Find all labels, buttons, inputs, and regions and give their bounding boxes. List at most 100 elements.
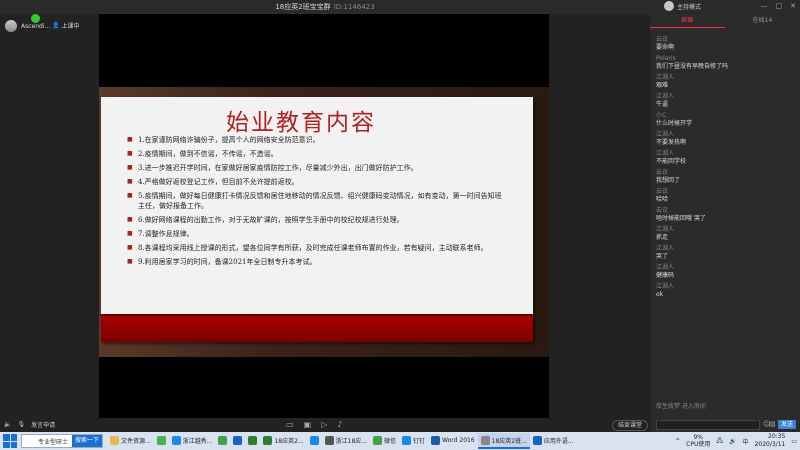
tab-group-chat[interactable]: 群聊 — [650, 14, 725, 28]
mode-indicator[interactable]: 主持模式 — [664, 1, 701, 11]
taskbar-app[interactable] — [307, 433, 322, 449]
network-icon[interactable]: 🖧 — [716, 436, 723, 446]
chat-message: 江湖人 牛逼 — [656, 93, 796, 109]
volume-icon[interactable]: 🔈 — [4, 421, 11, 428]
window-title: 18应英2班宝宝群 ID:1146423 — [0, 2, 650, 12]
chat-text: 牛逼 — [656, 101, 669, 108]
chat-message: 小C 什么时候开学 — [656, 112, 796, 128]
clock[interactable]: 20:35 2020/3/11 — [755, 433, 786, 449]
windows-start-icon[interactable] — [3, 434, 17, 448]
chevron-up-icon[interactable]: ^ — [675, 438, 680, 445]
taskbar-app[interactable]: 微信 — [370, 433, 399, 449]
chat-message: 江湖人 不要发热啊 — [656, 131, 796, 147]
avatar — [5, 20, 17, 32]
chat-text: 什么时候开学 — [656, 120, 693, 127]
status-label: 上课中 — [61, 23, 80, 30]
chat-text: 我想回了 — [656, 177, 681, 184]
chat-text: 哈哈 — [656, 196, 669, 203]
taskbar-app[interactable] — [215, 433, 230, 449]
taskbar-app[interactable]: 浙江18应... — [322, 433, 370, 449]
chat-message: 江湖人 抓走 — [656, 226, 796, 242]
app-icon — [532, 435, 542, 445]
taskbar-app-label: 钉钉 — [413, 437, 426, 445]
slide-item: 3.进一步推迟开学时间，在家做好居家疫情防控工作，尽量减少外出，出门做好防护工作… — [127, 163, 508, 173]
message-list: 云议 要命啊 Polaris 我们下昼没有早晚自修了吗 江湖人 艰难 江湖人 牛逼 小C 什么时候… — [656, 36, 796, 302]
chat-sender: 江湖人 — [656, 264, 675, 271]
chat-text: 我们下昼没有早晚自修了吗 — [656, 63, 729, 70]
screen-share-icon[interactable]: ▣ — [304, 420, 312, 429]
taskbar-app[interactable]: 应用外语... — [530, 433, 577, 449]
app-icon — [263, 435, 273, 445]
mic-icon[interactable]: 🎙 — [17, 421, 25, 428]
chat-text: 要命啊 — [656, 44, 675, 51]
ime-indicator[interactable]: 中 — [743, 437, 749, 446]
chat-sender: 江湖人 — [656, 226, 675, 233]
taskbar-app[interactable]: 钉钉 — [399, 433, 428, 449]
maximize-button[interactable]: □ — [776, 2, 783, 10]
speak-request-button[interactable]: 发言申请 — [31, 420, 55, 429]
sound-icon[interactable]: 🔊 — [729, 438, 736, 445]
presentation-stage: 始业教育内容 1.在家谨防网络诈骗份子，提高个人的网络安全防范意识。 2.疫情期… — [99, 14, 549, 418]
user-icon: 👤 — [52, 22, 60, 29]
chat-sender: 云议 — [656, 169, 669, 176]
chat-message: 江湖人 ok — [656, 283, 796, 299]
chat-message: 云议 啥时候能回哦 哭了 — [656, 207, 796, 223]
class-status: 👤 上课中 — [52, 21, 80, 30]
slide-item: 5.疫情期间，做好每日健康打卡情况反馈和居住地移动的情况反馈、绍兴健康码变动情况… — [127, 191, 508, 211]
join-notice: 厚生故梦 进入房间 — [656, 403, 706, 410]
image-icon[interactable]: ▤ — [769, 420, 776, 428]
taskbar-app-label: 微信 — [384, 437, 397, 445]
app-icon — [324, 435, 334, 445]
app-icon — [233, 435, 243, 445]
play-icon[interactable]: ▷ — [321, 420, 327, 429]
minimize-button[interactable]: — — [761, 2, 768, 10]
chat-message: 江湖人 哭了 — [656, 245, 796, 261]
chat-text: 不能回学校 — [656, 158, 687, 165]
chat-sender: 江湖人 — [656, 150, 675, 157]
chat-sender: 云议 — [656, 188, 669, 195]
slide-list: 1.在家谨防网络诈骗份子，提高个人的网络安全防范意识。 2.疫情期间，做到不信谣… — [127, 135, 508, 271]
music-icon[interactable]: ♪ — [337, 420, 342, 429]
taskbar-app[interactable]: 文件资源... — [107, 433, 154, 449]
send-button[interactable]: 发送 — [778, 420, 797, 429]
date: 2020/3/11 — [754, 441, 786, 448]
slide-item: 4.严格做好返校登记工作，但目前不允许提前返校。 — [127, 177, 508, 187]
chat-message: 云议 我想回了 — [656, 169, 796, 185]
taskbar-app[interactable]: 浙江越秀... — [169, 433, 216, 449]
taskbar-app[interactable] — [230, 433, 245, 449]
camera-icon[interactable]: ▭ — [286, 420, 294, 429]
app-icon — [156, 435, 166, 445]
chat-sender: 小C — [656, 112, 667, 119]
taskbar-app[interactable] — [154, 433, 169, 449]
chat-message: 江湖人 不能回学校 — [656, 150, 796, 166]
search-text: 专业型研士 — [38, 438, 69, 446]
taskbar-search[interactable]: 专业型研士 搜索一下 — [21, 434, 103, 448]
cpu-label: CPU使用 — [686, 441, 711, 448]
taskbar: 专业型研士 搜索一下 文件资源... 浙江越秀... 18应英2... 浙江18应..… — [0, 432, 800, 450]
taskbar-app[interactable] — [245, 433, 260, 449]
chat-input[interactable] — [656, 420, 760, 430]
chat-text: 不要发热啊 — [656, 139, 687, 146]
taskbar-app[interactable]: 18应英2班... — [477, 433, 530, 449]
chat-sender: Polaris — [656, 55, 676, 62]
speaker-controls: 🔈 🎙 发言申请 — [4, 420, 55, 429]
presenter[interactable]: Ascendi... — [5, 20, 50, 32]
tab-online[interactable]: 在线14 — [725, 14, 800, 28]
chat-tabs: 群聊 在线14 — [650, 14, 800, 28]
chat-text: 哭了 — [656, 253, 669, 260]
chat-message: 云议 哈哈 — [656, 188, 796, 204]
host-avatar — [664, 1, 674, 11]
taskbar-app[interactable]: Word 2016 — [428, 433, 478, 449]
chat-message: 云议 要命啊 — [656, 36, 796, 52]
taskbar-app[interactable]: 18应英2... — [260, 433, 306, 449]
app-icon — [110, 435, 119, 445]
bottom-controls: 🔈 🎙 发言申请 ▭ ▣ ▷ ♪ 结束课堂 — [0, 418, 650, 432]
time: 20:35 — [768, 433, 786, 440]
app-icon — [431, 435, 441, 445]
slide-frame: 始业教育内容 1.在家谨防网络诈骗份子，提高个人的网络安全防范意识。 2.疫情期… — [99, 87, 549, 357]
search-button[interactable]: 搜索一下 — [71, 435, 102, 447]
close-button[interactable]: ✕ — [790, 2, 796, 10]
notification-icon[interactable]: ▭ — [791, 438, 797, 445]
cpu-percent: 9% — [693, 434, 704, 441]
end-class-button[interactable]: 结束课堂 — [612, 420, 649, 431]
